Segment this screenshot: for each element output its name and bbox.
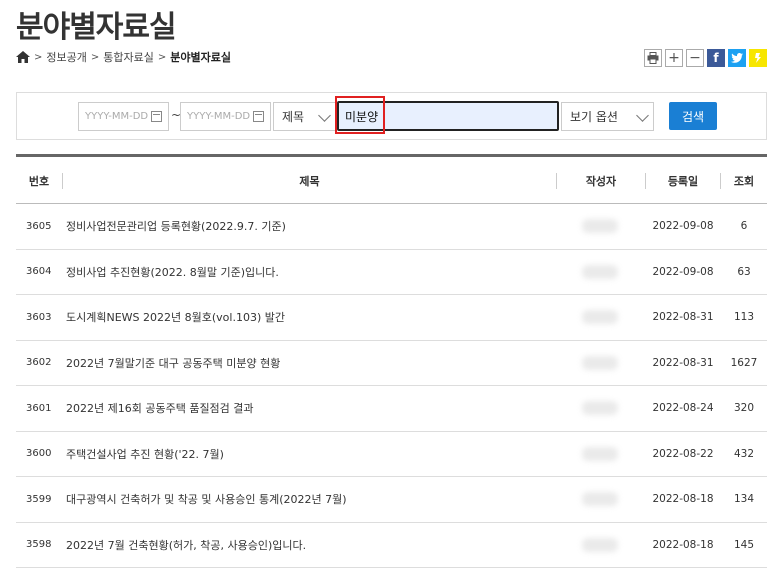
row-author-blurred <box>582 523 618 568</box>
row-views: 63 <box>737 265 751 278</box>
table-header: 번호 제목 작성자 등록일 조회 <box>16 157 767 204</box>
search-field-select[interactable]: 제목 <box>273 102 336 131</box>
row-date: 2022-09-08 <box>652 220 714 233</box>
table-row[interactable]: 3602 2022년 7월말기준 대구 공동주택 미분양 현황 2022-08-31… <box>16 341 767 386</box>
breadcrumb-item-info[interactable]: 정보공개 <box>46 49 86 65</box>
page-tools: + − f <box>644 49 767 67</box>
row-date: 2022-08-22 <box>652 447 714 460</box>
row-date: 2022-08-31 <box>652 356 714 369</box>
keyword-value: 미분양 <box>345 109 379 124</box>
row-views: 134 <box>733 493 755 506</box>
facebook-share-button[interactable]: f <box>707 49 725 67</box>
breadcrumb-separator: > <box>34 51 43 63</box>
header-views: 조회 <box>733 174 755 188</box>
row-title-link[interactable]: 주택건설사업 추진 현황('22. 7월) <box>66 432 224 477</box>
header-author: 작성자 <box>585 174 617 188</box>
row-title-link[interactable]: 도시계획NEWS 2022년 8월호(vol.103) 발간 <box>66 295 285 340</box>
row-author-blurred <box>582 432 618 477</box>
row-title-link[interactable]: 2022년 7월 건축현황(허가, 착공, 사용승인)입니다. <box>66 523 306 568</box>
blurred-author-name <box>582 264 618 279</box>
breadcrumb-item-current: 분야별자료실 <box>170 51 231 64</box>
row-author-blurred <box>582 386 618 431</box>
kakaostory-icon <box>755 53 761 63</box>
row-author-blurred <box>582 341 618 386</box>
row-date: 2022-08-24 <box>652 402 714 415</box>
zoom-in-button[interactable]: + <box>665 49 683 67</box>
row-number: 3602 <box>26 357 52 369</box>
row-date: 2022-08-31 <box>652 311 714 324</box>
row-author-blurred <box>582 295 618 340</box>
breadcrumb-item-archive[interactable]: 통합자료실 <box>103 49 154 65</box>
row-views: 1627 <box>730 356 758 369</box>
row-number: 3599 <box>26 493 52 505</box>
row-number: 3600 <box>26 448 52 460</box>
blurred-author-name <box>582 219 618 234</box>
row-title-link[interactable]: 2022년 제16회 공동주택 품질점검 결과 <box>66 386 254 431</box>
row-views: 432 <box>733 447 755 460</box>
search-form: YYYY-MM-DD ~ YYYY-MM-DD 제목 미분양 보기 옵션 검색 <box>16 92 767 140</box>
row-date: 2022-08-18 <box>652 538 714 551</box>
row-date: 2022-09-08 <box>652 265 714 278</box>
header-number: 번호 <box>28 174 50 188</box>
home-icon[interactable] <box>16 51 30 63</box>
twitter-share-button[interactable] <box>728 49 746 67</box>
row-number: 3603 <box>26 311 52 323</box>
chevron-down-icon <box>318 109 331 122</box>
blurred-author-name <box>582 310 618 325</box>
chevron-down-icon <box>636 109 649 122</box>
row-views: 320 <box>733 402 755 415</box>
blurred-author-name <box>582 355 618 370</box>
row-author-blurred <box>582 204 618 249</box>
breadcrumb: > 정보공개 > 통합자료실 > 분야별자료실 <box>16 49 231 65</box>
kakaostory-share-button[interactable] <box>749 49 767 67</box>
keyword-input[interactable]: 미분양 <box>337 101 559 131</box>
table-row[interactable]: 3598 2022년 7월 건축현황(허가, 착공, 사용승인)입니다. 2022-… <box>16 523 767 568</box>
calendar-icon[interactable] <box>151 111 163 122</box>
start-date-placeholder: YYYY-MM-DD <box>85 111 149 122</box>
table-row[interactable]: 3600 주택건설사업 추진 현황('22. 7월) 2022-08-22 432 <box>16 432 767 477</box>
table-row[interactable]: 3605 정비사업전문관리업 등록현황(2022.9.7. 기준) 2022-09-… <box>16 204 767 250</box>
blurred-author-name <box>582 401 618 416</box>
table-row[interactable]: 3604 정비사업 추진현황(2022. 8월말 기준)입니다. 2022-09-0… <box>16 250 767 295</box>
row-title-link[interactable]: 2022년 7월말기준 대구 공동주택 미분양 현황 <box>66 341 280 386</box>
calendar-icon[interactable] <box>253 111 265 122</box>
print-button[interactable] <box>644 49 662 67</box>
breadcrumb-separator: > <box>157 51 167 63</box>
row-number: 3601 <box>26 402 52 414</box>
row-number: 3598 <box>26 539 52 551</box>
row-views: 113 <box>733 311 755 324</box>
table-row[interactable]: 3599 대구광역시 건축허가 및 착공 및 사용승인 통계(2022년 7월) 2… <box>16 477 767 523</box>
end-date-field[interactable]: YYYY-MM-DD <box>180 102 271 131</box>
page-title: 분야별자료실 <box>16 10 177 45</box>
breadcrumb-separator: > <box>90 51 100 63</box>
row-views: 145 <box>733 538 755 551</box>
row-views: 6 <box>740 220 748 233</box>
table-row[interactable]: 3603 도시계획NEWS 2022년 8월호(vol.103) 발간 2022-0… <box>16 295 767 341</box>
table-body: 3605 정비사업전문관리업 등록현황(2022.9.7. 기준) 2022-09-… <box>16 204 767 568</box>
row-number: 3604 <box>26 266 52 278</box>
row-title-link[interactable]: 정비사업전문관리업 등록현황(2022.9.7. 기준) <box>66 204 286 249</box>
row-title-link[interactable]: 정비사업 추진현황(2022. 8월말 기준)입니다. <box>66 250 279 295</box>
print-icon <box>647 52 659 64</box>
view-option-value: 보기 옵션 <box>570 110 618 124</box>
end-date-placeholder: YYYY-MM-DD <box>187 111 251 122</box>
twitter-icon <box>731 53 743 63</box>
blurred-author-name <box>582 446 618 461</box>
blurred-author-name <box>582 537 618 552</box>
search-button[interactable]: 검색 <box>669 102 717 130</box>
blurred-author-name <box>582 492 618 507</box>
board-table: 번호 제목 작성자 등록일 조회 3605 정비사업전문관리업 등록현황(2022… <box>16 154 767 568</box>
table-row[interactable]: 3601 2022년 제16회 공동주택 품질점검 결과 2022-08-24 320 <box>16 386 767 432</box>
start-date-field[interactable]: YYYY-MM-DD <box>78 102 169 131</box>
view-option-select[interactable]: 보기 옵션 <box>561 102 654 131</box>
header-title: 제목 <box>299 174 320 188</box>
row-title-link[interactable]: 대구광역시 건축허가 및 착공 및 사용승인 통계(2022년 7월) <box>66 477 347 522</box>
header-date: 등록일 <box>667 174 699 188</box>
search-field-value: 제목 <box>282 110 305 124</box>
row-author-blurred <box>582 477 618 522</box>
zoom-out-button[interactable]: − <box>686 49 704 67</box>
row-author-blurred <box>582 250 618 295</box>
row-number: 3605 <box>26 220 52 232</box>
row-date: 2022-08-18 <box>652 493 714 506</box>
